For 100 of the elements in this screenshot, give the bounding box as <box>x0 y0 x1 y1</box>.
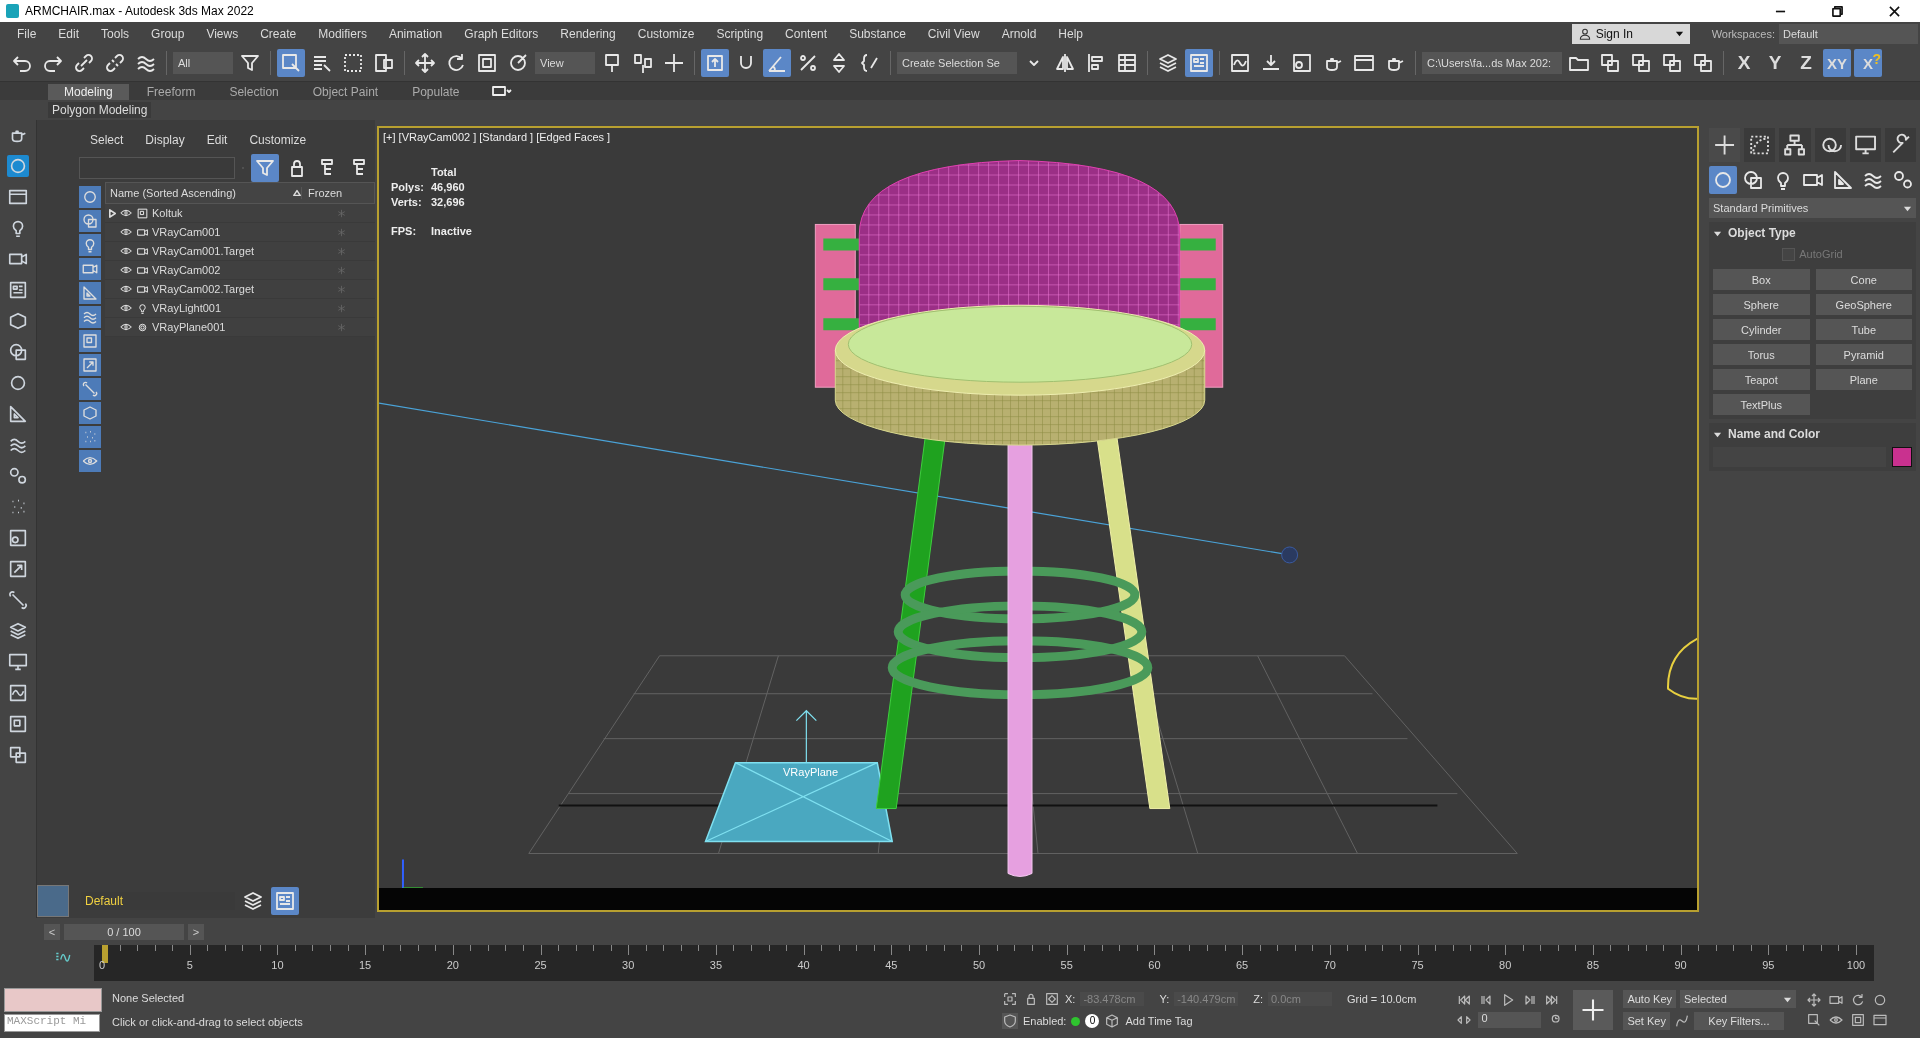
ribbon-tab[interactable]: Modeling <box>48 84 129 100</box>
sphere-icon[interactable] <box>7 155 29 177</box>
arrow-box-icon[interactable] <box>79 354 101 376</box>
axis-constraint-button[interactable]: X <box>1730 49 1758 77</box>
listener-field[interactable] <box>4 988 102 1012</box>
collapse-arrow-icon[interactable] <box>1713 430 1722 439</box>
explorer-icon[interactable] <box>7 279 29 301</box>
primitive-button[interactable]: Torus <box>1713 344 1810 365</box>
menu-item[interactable]: Modifiers <box>307 26 378 41</box>
light-drawing[interactable] <box>1667 636 1697 700</box>
menu-item[interactable]: Group <box>140 26 196 41</box>
ribbon-tab[interactable]: Selection <box>213 84 295 100</box>
auto-key-button[interactable]: Auto Key <box>1623 990 1676 1008</box>
primitive-button[interactable]: Cylinder <box>1713 319 1810 340</box>
menu-item[interactable]: Help <box>1047 26 1094 41</box>
menu-item[interactable]: Tools <box>90 26 141 41</box>
shield-icon[interactable] <box>1002 1013 1018 1029</box>
bone-icon[interactable] <box>7 589 29 611</box>
menu-item[interactable]: Edit <box>47 26 91 41</box>
column-header[interactable]: Name (Sorted Ascending) <box>106 187 293 199</box>
primitive-button[interactable]: Box <box>1713 269 1810 290</box>
motion-icon[interactable] <box>1814 128 1846 162</box>
sign-in-button[interactable]: Sign In <box>1571 23 1690 44</box>
workspace-dropdown[interactable]: Default <box>1779 23 1918 44</box>
arrow-box-icon[interactable] <box>7 558 29 580</box>
menu-item[interactable]: Content <box>774 26 839 41</box>
explorer-menu-item[interactable]: Customize <box>238 133 318 147</box>
primitive-button[interactable]: Pyramid <box>1815 344 1912 365</box>
menu-item[interactable]: Arnold <box>990 26 1048 41</box>
explorer-menu-item[interactable]: Select <box>79 133 135 147</box>
primitive-button[interactable]: GeoSphere <box>1815 294 1912 315</box>
category-dropdown[interactable]: Standard Primitives <box>1709 198 1916 218</box>
restore-icon[interactable] <box>1832 5 1843 17</box>
isolate-icon[interactable] <box>1002 991 1018 1007</box>
ribbon-tab[interactable]: Populate <box>396 84 476 100</box>
tangent-icon[interactable] <box>1673 1013 1690 1029</box>
bone-icon[interactable] <box>79 378 101 400</box>
monitor-icon[interactable] <box>1849 128 1881 162</box>
hierarchy-icon[interactable] <box>1779 128 1811 162</box>
close-icon[interactable] <box>1889 5 1900 17</box>
curve-editor-icon[interactable] <box>7 682 29 704</box>
menu-item[interactable]: Graph Editors <box>453 26 550 41</box>
frame-field[interactable]: 0 <box>1478 1012 1542 1028</box>
menu-item[interactable]: Rendering <box>549 26 627 41</box>
modify-icon[interactable] <box>1744 128 1776 162</box>
wrench-icon[interactable] <box>1884 128 1917 162</box>
time-ruler[interactable]: 0 5 10 15 20 25 30 35 40 45 50 55 60 65 70 75 80 85 90 95 100 <box>94 945 1874 981</box>
named-selection-dropdown[interactable]: Create Selection Se <box>897 52 1017 74</box>
menu-item[interactable]: Animation <box>377 26 454 41</box>
key-mode-dropdown[interactable]: Selected <box>1680 990 1796 1008</box>
material-icon[interactable] <box>7 527 29 549</box>
ribbon-options-icon[interactable] <box>491 85 512 97</box>
plane-drawing[interactable] <box>704 709 894 843</box>
stacked-squares-icon[interactable] <box>7 744 29 766</box>
move-icon[interactable] <box>1806 992 1822 1008</box>
primitive-button[interactable]: Tube <box>1815 319 1912 340</box>
menu-item[interactable]: Substance <box>838 26 917 41</box>
expand-arrow-icon[interactable] <box>107 208 117 218</box>
color-swatch[interactable] <box>1892 447 1912 467</box>
add-time-tag-link[interactable]: Add Time Tag <box>1125 1015 1193 1027</box>
primitive-button[interactable]: Teapot <box>1713 369 1810 390</box>
ribbon-tab[interactable]: Object Paint <box>296 84 395 100</box>
container-icon[interactable] <box>79 402 101 424</box>
go-to-start-icon[interactable] <box>1456 992 1473 1008</box>
frame-counter[interactable]: 0 / 100 <box>64 924 184 940</box>
rotate-icon[interactable] <box>1850 992 1866 1008</box>
viewport-label[interactable]: [+] [VRayCam002 ] [Standard ] [Edged Faces ] <box>383 131 611 143</box>
ribbon-panel-tab[interactable]: Polygon Modeling <box>48 102 152 118</box>
ribbon-tab[interactable]: Freeform <box>130 84 212 100</box>
set-key-mode-button[interactable]: Set Key <box>1623 1012 1670 1030</box>
shapes-icon[interactable] <box>7 341 29 363</box>
rollout-title[interactable]: Object Type <box>1728 226 1796 240</box>
rollout-title[interactable]: Name and Color <box>1728 427 1820 441</box>
eye-icon[interactable] <box>79 450 101 472</box>
project-folder-dropdown[interactable]: C:\Users\fa...ds Max 202: <box>1422 52 1562 74</box>
layers-icon[interactable] <box>7 620 29 642</box>
primitive-button[interactable]: TextPlus <box>1713 394 1810 415</box>
reference-coordinate-dropdown[interactable]: View <box>535 52 595 74</box>
group-icon[interactable] <box>79 330 101 352</box>
axis-constraint-button[interactable]: Y <box>1761 49 1789 77</box>
menu-item[interactable]: Civil View <box>916 26 991 41</box>
collapse-arrow-icon[interactable] <box>1713 229 1722 238</box>
selection-filter-dropdown[interactable]: All <box>173 52 233 74</box>
select-icon[interactable] <box>1806 1012 1822 1028</box>
primitive-button[interactable]: Sphere <box>1713 294 1810 315</box>
frame-window-icon[interactable] <box>1872 1012 1888 1028</box>
keyboard-shortcut-icon[interactable] <box>701 49 729 77</box>
primitive-button[interactable]: Cone <box>1815 269 1912 290</box>
plus-icon[interactable] <box>1709 128 1741 162</box>
layer-thumbnail[interactable] <box>37 885 69 917</box>
explorer-menu-item[interactable]: Edit <box>195 133 239 147</box>
previous-frame-button[interactable]: < <box>44 924 60 940</box>
set-key-button[interactable] <box>1573 990 1614 1030</box>
monitor-icon[interactable] <box>7 651 29 673</box>
axis-constraint-button[interactable]: Z <box>1792 49 1820 77</box>
menu-item[interactable]: Customize <box>626 26 706 41</box>
scale-icon[interactable] <box>1850 1012 1866 1028</box>
gears-icon[interactable] <box>7 465 29 487</box>
explorer-menu-item[interactable]: Display <box>134 133 196 147</box>
search-field[interactable] <box>79 157 235 179</box>
